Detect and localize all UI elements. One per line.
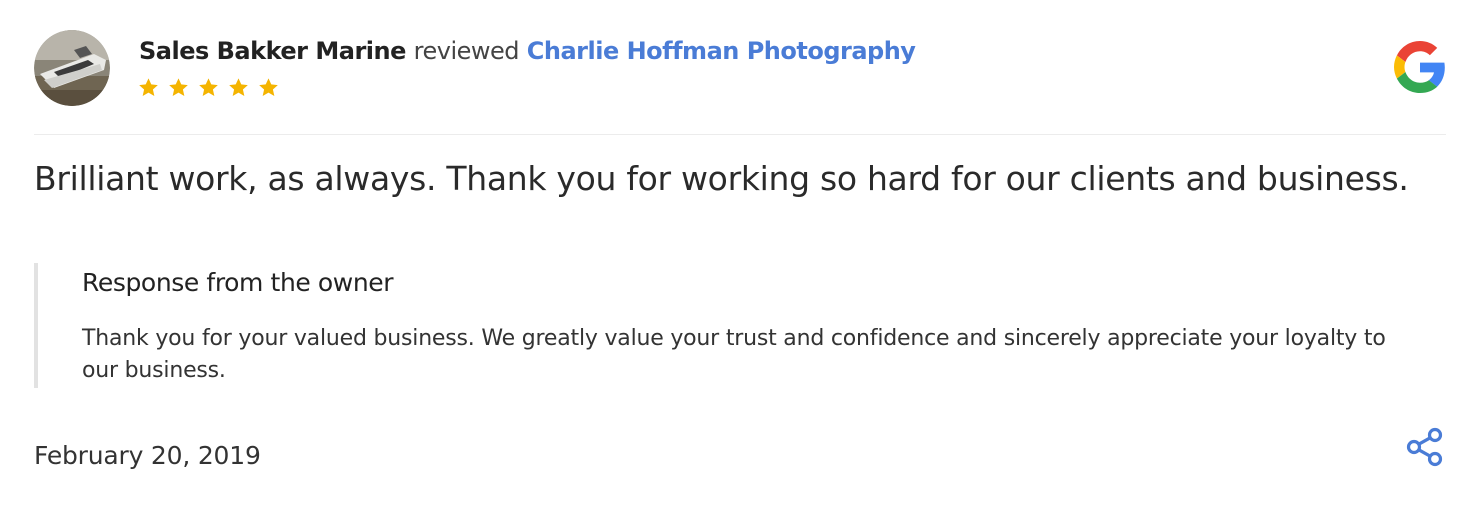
star-icon [139,78,158,97]
review-date: February 20, 2019 [34,441,261,470]
review-header: Sales Bakker Marine reviewed Charlie Hof… [139,34,916,68]
google-g-icon [1394,41,1445,93]
star-icon [229,78,248,97]
owner-response-body: Thank you for your valued business. We g… [82,326,1386,383]
review-text: Brilliant work, as always. Thank you for… [34,159,1409,198]
star-rating [137,76,280,99]
business-name-link[interactable]: Charlie Hoffman Photography [527,37,916,65]
star-icon [169,78,188,97]
review-card: Sales Bakker Marine reviewed Charlie Hof… [0,0,1478,506]
star-icon [259,78,278,97]
review-verb: reviewed [413,37,520,65]
owner-response-title: Response from the owner [82,268,394,297]
share-icon[interactable] [1404,426,1446,468]
owner-response: Response from the owner Thank you for yo… [34,263,1424,388]
header-divider [34,134,1446,135]
star-icon [199,78,218,97]
reviewer-name[interactable]: Sales Bakker Marine [139,37,406,65]
reviewer-avatar[interactable] [34,30,110,106]
